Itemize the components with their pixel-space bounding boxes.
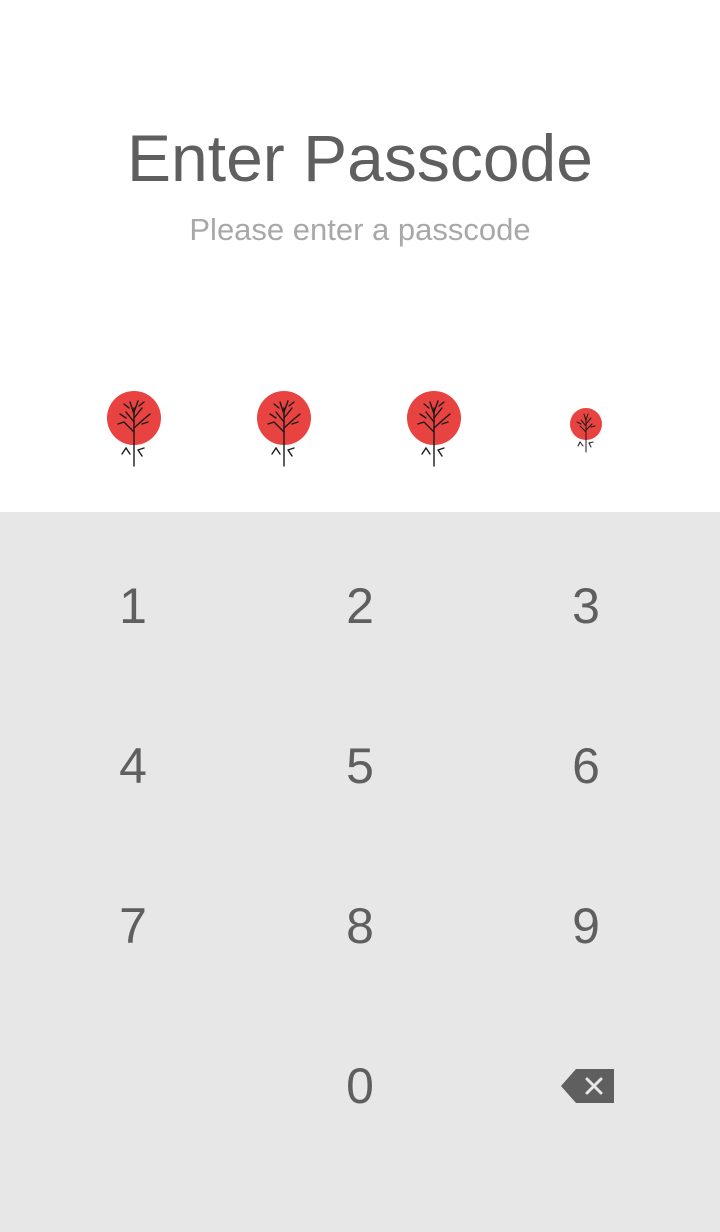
key-empty (13, 1006, 253, 1166)
page-subtitle: Please enter a passcode (189, 212, 531, 247)
passcode-dot-2-filled-icon (254, 388, 314, 470)
key-8[interactable]: 8 (240, 846, 480, 1006)
key-2[interactable]: 2 (240, 526, 480, 686)
key-9[interactable]: 9 (466, 846, 706, 1006)
backspace-icon (561, 1069, 614, 1103)
numeric-keypad: 1 2 3 4 5 6 7 8 9 0 (0, 512, 720, 1232)
page-title: Enter Passcode (127, 121, 593, 195)
key-5[interactable]: 5 (240, 686, 480, 846)
key-1[interactable]: 1 (13, 526, 253, 686)
key-0[interactable]: 0 (240, 1006, 480, 1166)
key-6[interactable]: 6 (466, 686, 706, 846)
passcode-dots (0, 388, 720, 474)
passcode-dot-4-empty-icon (566, 406, 606, 456)
key-4[interactable]: 4 (13, 686, 253, 846)
backspace-button[interactable] (468, 1006, 708, 1166)
passcode-dot-1-filled-icon (104, 388, 164, 470)
key-3[interactable]: 3 (466, 526, 706, 686)
key-7[interactable]: 7 (13, 846, 253, 1006)
passcode-header: Enter Passcode Please enter a passcode (0, 0, 720, 512)
passcode-screen: Enter Passcode Please enter a passcode 1… (0, 0, 720, 1232)
passcode-dot-3-filled-icon (404, 388, 464, 470)
